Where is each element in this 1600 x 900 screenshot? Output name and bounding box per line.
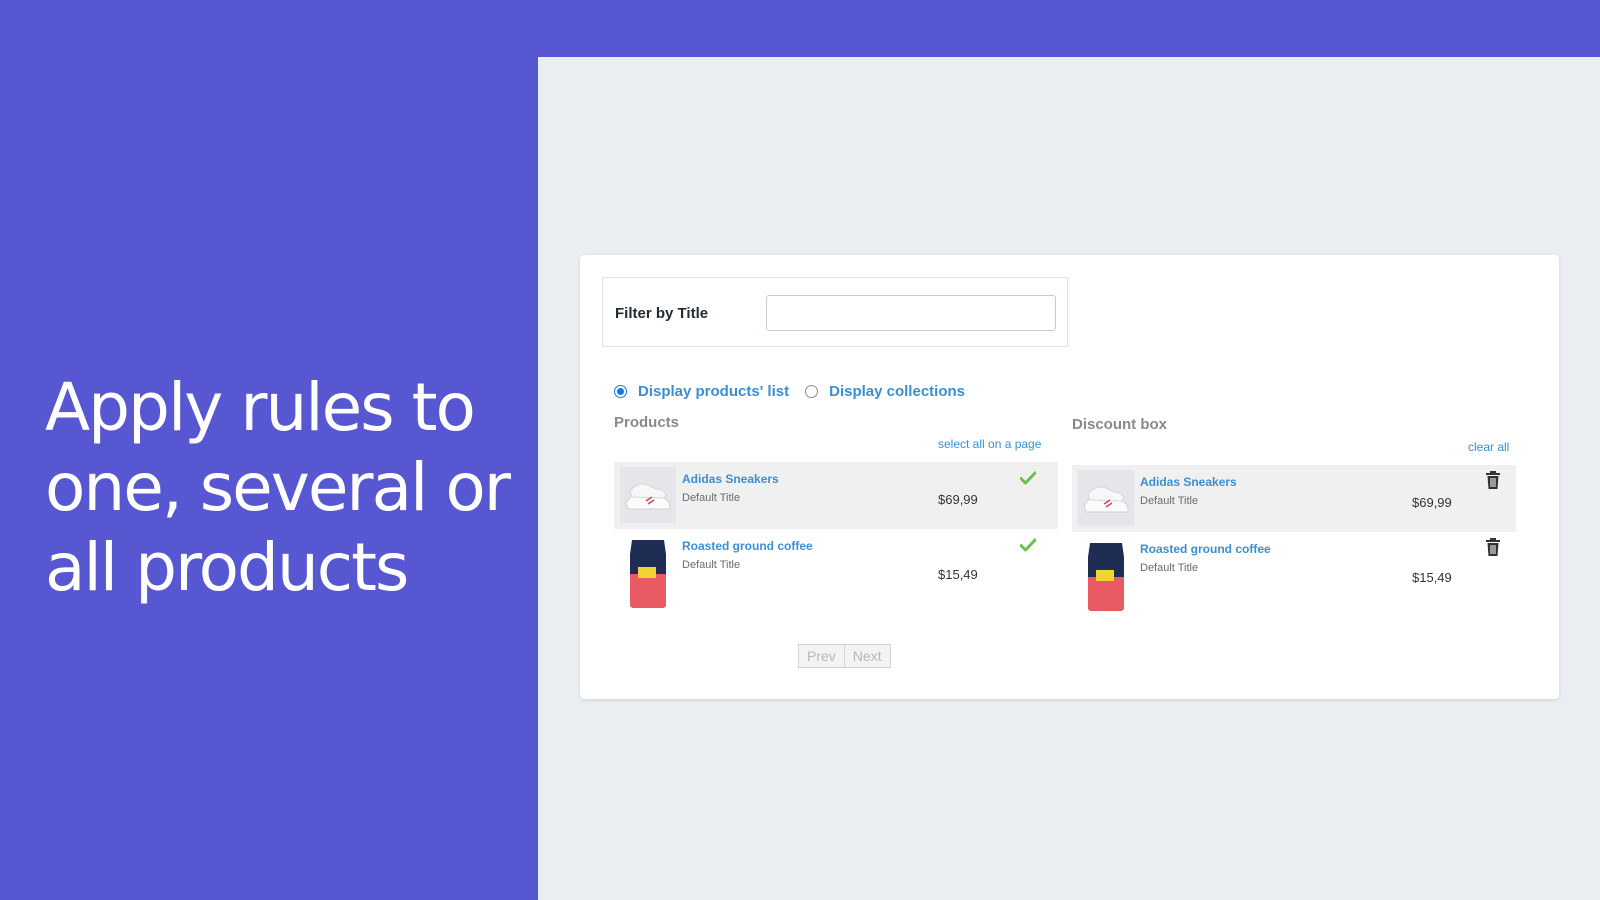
- trash-icon[interactable]: [1485, 538, 1501, 556]
- clear-all-link[interactable]: clear all: [1468, 440, 1509, 454]
- check-icon: [1020, 471, 1036, 485]
- prev-button[interactable]: Prev: [798, 644, 845, 668]
- product-variant: Default Title: [682, 559, 741, 571]
- product-price: $15,49: [938, 567, 978, 582]
- headline-line-1: Apply rules to: [45, 369, 476, 446]
- discount-list: Adidas Sneakers Default Title $69,99 Roa…: [1072, 465, 1516, 612]
- product-row[interactable]: Adidas Sneakers Default Title $69,99: [614, 462, 1058, 529]
- display-products-label[interactable]: Display products' list: [638, 383, 789, 400]
- products-list: Adidas Sneakers Default Title $69,99 Roa…: [614, 462, 1058, 609]
- product-variant: Default Title: [682, 492, 741, 504]
- filter-title-input[interactable]: [766, 295, 1056, 331]
- coffee-thumbnail: [620, 534, 676, 609]
- app-screen: Filter by Title Display products' list D…: [538, 57, 1600, 900]
- display-collections-label[interactable]: Display collections: [829, 383, 965, 400]
- product-price: $69,99: [938, 492, 978, 507]
- discount-product-price: $69,99: [1412, 495, 1452, 510]
- display-products-radio[interactable]: [614, 384, 627, 398]
- sneaker-thumbnail: [620, 467, 676, 523]
- discount-product-title[interactable]: Adidas Sneakers: [1140, 475, 1237, 489]
- display-collections-radio[interactable]: [805, 384, 819, 398]
- headline-line-2: one, several or: [45, 449, 511, 526]
- trash-icon[interactable]: [1485, 471, 1501, 489]
- product-row[interactable]: Roasted ground coffee Default Title $15,…: [614, 529, 1058, 609]
- discount-row[interactable]: Roasted ground coffee Default Title $15,…: [1072, 532, 1516, 612]
- sneaker-thumbnail: [1078, 470, 1134, 526]
- product-title[interactable]: Adidas Sneakers: [682, 472, 779, 486]
- select-all-link[interactable]: select all on a page: [938, 437, 1041, 451]
- next-button[interactable]: Next: [844, 644, 891, 668]
- discount-box-title: Discount box: [1072, 416, 1168, 433]
- pagination: Prev Next: [798, 644, 891, 668]
- headline: Apply rules to one, several or all produ…: [45, 368, 525, 608]
- filter-label: Filter by Title: [615, 305, 709, 322]
- display-mode-radios: Display products' list Display collectio…: [614, 381, 981, 401]
- product-picker-card: Filter by Title Display products' list D…: [580, 255, 1559, 699]
- discount-product-variant: Default Title: [1140, 495, 1199, 507]
- discount-product-title[interactable]: Roasted ground coffee: [1140, 542, 1271, 556]
- discount-product-price: $15,49: [1412, 570, 1452, 585]
- headline-line-3: all products: [45, 529, 409, 606]
- coffee-thumbnail: [1078, 537, 1134, 612]
- products-title: Products: [614, 414, 680, 431]
- check-icon: [1020, 538, 1036, 552]
- filter-box: Filter by Title: [602, 277, 1068, 347]
- product-title[interactable]: Roasted ground coffee: [682, 539, 813, 553]
- discount-product-variant: Default Title: [1140, 562, 1199, 574]
- discount-row[interactable]: Adidas Sneakers Default Title $69,99: [1072, 465, 1516, 532]
